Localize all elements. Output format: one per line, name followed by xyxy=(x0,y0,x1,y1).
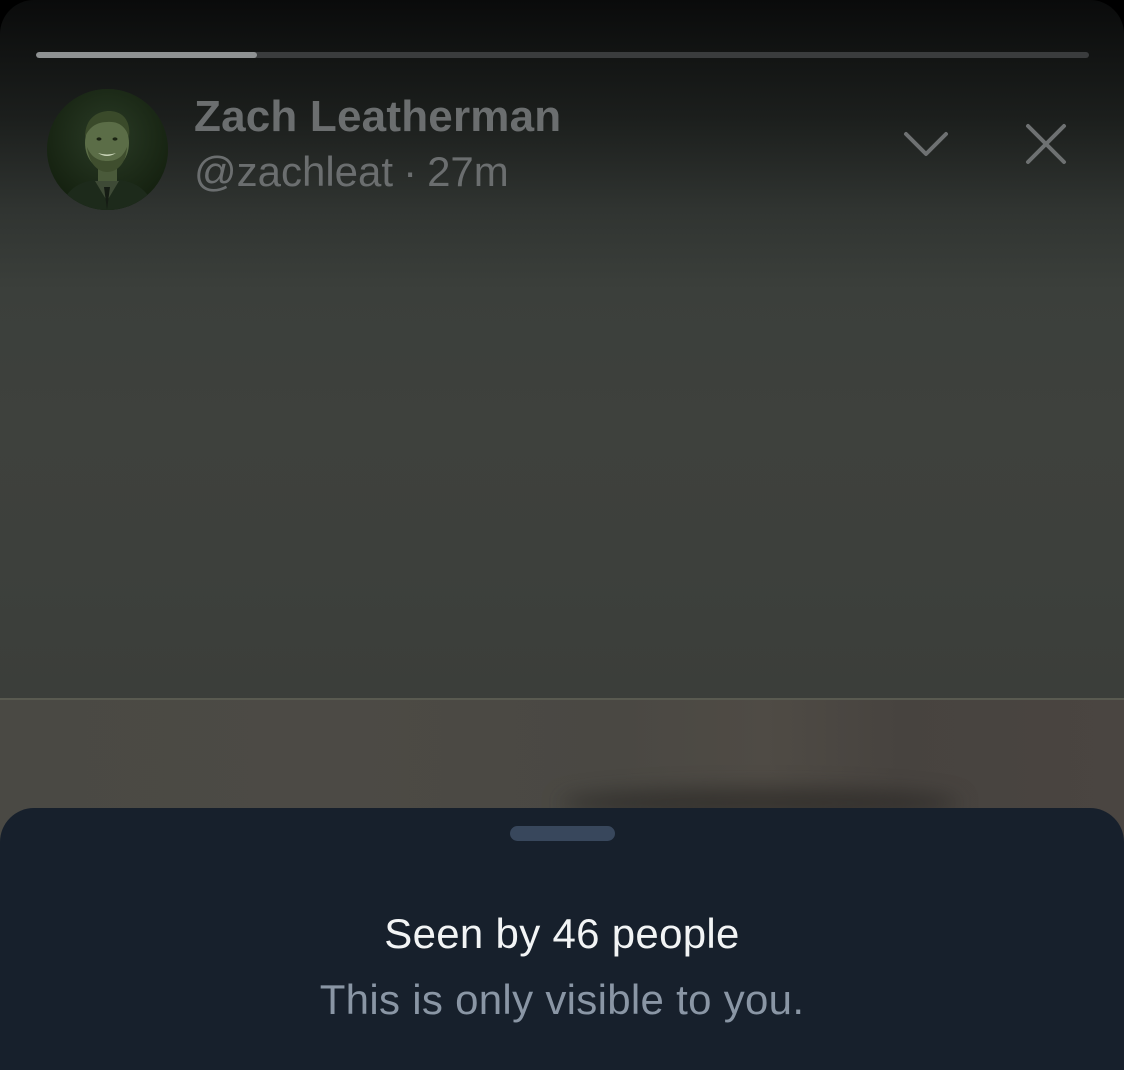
story-viewer: Zach Leatherman @zachleat · 27m Seen by 46… xyxy=(0,0,1124,1070)
author-meta: @zachleat · 27m xyxy=(194,148,509,196)
close-button[interactable] xyxy=(1016,114,1076,174)
visibility-note: This is only visible to you. xyxy=(319,976,805,1023)
meta-separator: · xyxy=(403,148,418,195)
chevron-down-icon xyxy=(904,132,948,156)
collapse-button[interactable] xyxy=(896,114,956,174)
seen-by-count: Seen by 46 people xyxy=(384,910,740,957)
story-progress-bar xyxy=(36,52,1089,58)
viewers-sheet[interactable]: Seen by 46 people This is only visible t… xyxy=(0,808,1124,1070)
sheet-drag-handle[interactable] xyxy=(510,826,615,841)
story-timestamp: 27m xyxy=(427,148,509,195)
close-icon xyxy=(1026,124,1066,164)
author-name[interactable]: Zach Leatherman xyxy=(194,92,561,142)
author-handle[interactable]: @zachleat xyxy=(194,148,393,195)
story-progress-fill xyxy=(36,52,258,58)
avatar[interactable] xyxy=(47,89,168,210)
avatar-photo xyxy=(47,89,168,210)
